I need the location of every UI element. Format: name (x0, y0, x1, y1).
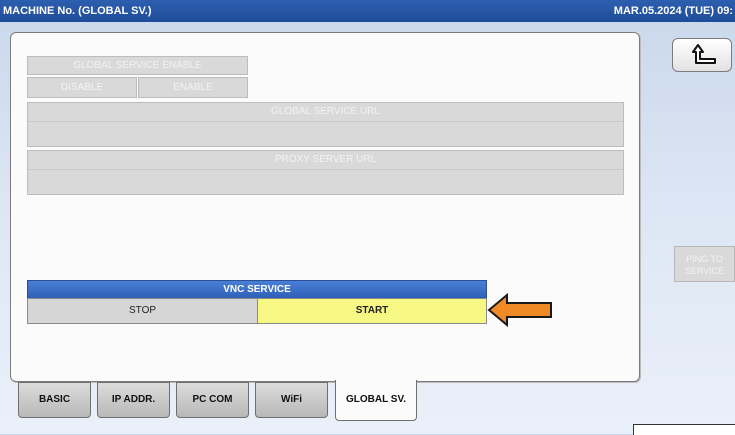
proxy-server-url-group: PROXY SERVER URL (27, 150, 624, 195)
global-service-url-field[interactable] (28, 122, 623, 146)
disable-button[interactable]: DISABLE (27, 77, 137, 98)
back-button[interactable] (672, 38, 732, 72)
title-bar: MACHINE No. (GLOBAL SV.) MAR.05.2024 (TU… (0, 0, 735, 22)
enable-button[interactable]: ENABLE (138, 77, 248, 98)
vnc-stop-button[interactable]: STOP (27, 298, 258, 324)
tab-pc-com[interactable]: PC COM (176, 382, 249, 418)
global-service-url-label: GLOBAL SERVICE URL (28, 103, 623, 122)
ping-label-line1: PING TO (686, 254, 723, 264)
tab-ip-addr[interactable]: IP ADDR. (97, 382, 170, 418)
partial-window (633, 424, 735, 435)
ping-label-line2: SERVICE (684, 266, 725, 276)
screen-title: MACHINE No. (GLOBAL SV.) (3, 5, 152, 17)
vnc-service-header: VNC SERVICE (27, 280, 487, 299)
proxy-server-url-label: PROXY SERVER URL (28, 151, 623, 170)
ping-to-service-button[interactable]: PING TO SERVICE (674, 246, 735, 282)
return-arrow-icon (692, 44, 716, 64)
date-time: MAR.05.2024 (TUE) 09: (613, 5, 733, 17)
vnc-start-button[interactable]: START (257, 298, 487, 324)
annotation-arrow-icon (487, 292, 552, 328)
tab-wifi[interactable]: WiFi (255, 382, 328, 418)
tab-global-sv[interactable]: GLOBAL SV. (335, 380, 417, 421)
proxy-server-url-field[interactable] (28, 170, 623, 194)
global-service-url-group: GLOBAL SERVICE URL (27, 102, 624, 147)
global-service-enable-label: GLOBAL SERVICE ENABLE (27, 56, 248, 75)
tab-basic[interactable]: BASIC (18, 382, 91, 418)
